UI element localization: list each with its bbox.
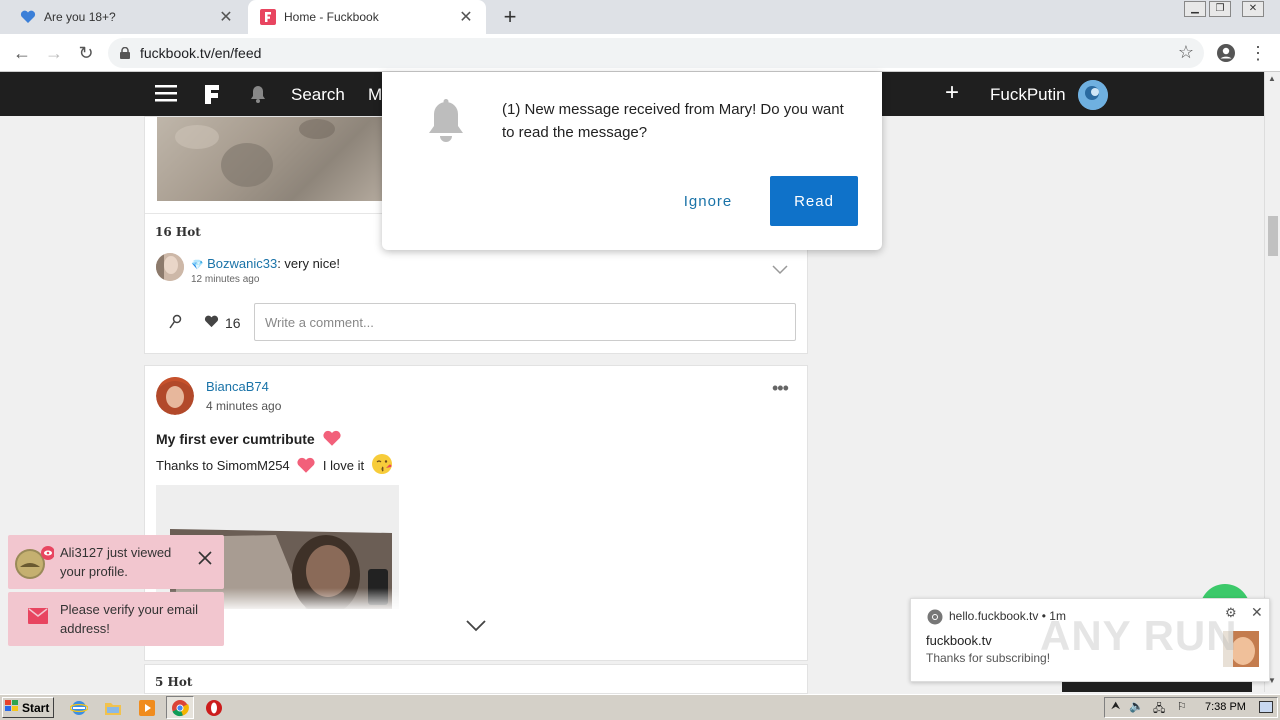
ignore-button[interactable]: Ignore xyxy=(670,176,746,226)
create-post-plus-icon[interactable]: + xyxy=(945,81,959,105)
heart-emoji-icon xyxy=(296,457,316,477)
system-tray: ⮝ 🔈 🖧 ⚐ 7:38 PM xyxy=(1104,697,1278,718)
bookmark-star-icon[interactable]: ☆ xyxy=(1178,42,1194,63)
close-toast-icon[interactable] xyxy=(198,551,212,570)
post-body-text: Thanks to SimomM254 xyxy=(156,458,290,473)
windows-taskbar: Start ⮝ 🔈 🖧 ⚐ 7:38 PM xyxy=(0,694,1280,720)
address-bar[interactable]: fuckbook.tv/en/feed ☆ xyxy=(108,38,1204,68)
user-avatar[interactable] xyxy=(1078,80,1108,110)
internet-explorer-icon[interactable] xyxy=(69,699,89,717)
reload-icon[interactable]: ↻ xyxy=(74,41,98,65)
post-image[interactable] xyxy=(157,117,383,201)
opera-icon[interactable] xyxy=(205,699,223,717)
post-body-text-2: I love it xyxy=(322,458,365,473)
restore-window-icon[interactable]: ❐ xyxy=(1209,1,1231,17)
toast-avatar xyxy=(14,545,55,584)
folder-icon[interactable] xyxy=(104,699,122,717)
start-button[interactable]: Start xyxy=(2,697,54,718)
chrome-logo-icon xyxy=(927,609,943,628)
media-player-icon[interactable] xyxy=(138,699,156,717)
notification-origin: hello.fuckbook.tv xyxy=(949,609,1039,623)
scroll-up-arrow-icon[interactable]: ▲ xyxy=(1268,74,1276,83)
comment-text: : very nice! xyxy=(277,256,341,271)
browser-toolbar: ← → ↻ fuckbook.tv/en/feed ☆ ⋮ xyxy=(0,34,1280,72)
bell-icon xyxy=(426,98,466,147)
profile-account-icon[interactable] xyxy=(1214,41,1238,65)
hamburger-menu-icon[interactable] xyxy=(155,84,177,105)
fuckbook-logo-icon[interactable] xyxy=(203,83,221,108)
back-arrow-icon[interactable]: ← xyxy=(10,41,34,65)
post-title: My first ever cumtribute xyxy=(156,431,315,447)
profile-view-toast[interactable]: Ali3127 just viewed your profile. xyxy=(8,535,224,589)
expand-chevron-down-icon[interactable] xyxy=(466,620,486,635)
envelope-icon xyxy=(28,608,48,629)
taskbar-clock[interactable]: 7:38 PM xyxy=(1205,701,1246,713)
lock-icon xyxy=(120,46,130,59)
bell-notification-icon[interactable] xyxy=(249,85,267,106)
more-options-icon[interactable]: ••• xyxy=(772,378,789,399)
volume-icon[interactable]: 🔈 xyxy=(1129,699,1144,713)
notification-body: Thanks for subscribing! xyxy=(926,651,1051,665)
forward-arrow-icon[interactable]: → xyxy=(42,41,66,65)
browser-tab-strip: Are you 18+? ✕ Home - Fuckbook ✕ + ▁ ❐ ✕ xyxy=(0,0,1280,34)
comment-line: 💎 Bozwanic33: very nice! xyxy=(191,256,340,271)
post-body-line: Thanks to SimomM254 I love it xyxy=(156,453,393,478)
browser-tab-age-check[interactable]: Are you 18+? ✕ xyxy=(8,0,246,34)
post-title-line: My first ever cumtribute xyxy=(156,430,342,450)
close-tab-icon[interactable]: ✕ xyxy=(458,7,474,27)
heart-like-icon[interactable] xyxy=(204,315,219,331)
post-time: 4 minutes ago xyxy=(206,399,282,413)
nav-username[interactable]: FuckPutin xyxy=(990,85,1066,105)
read-button[interactable]: Read xyxy=(770,176,858,226)
diamond-badge-icon: 💎 xyxy=(191,260,204,271)
post-author-link[interactable]: BiancaB74 xyxy=(206,379,269,394)
commenter-avatar[interactable] xyxy=(156,253,184,281)
heart-emoji-icon xyxy=(322,430,342,450)
network-icon[interactable]: 🖧 xyxy=(1153,700,1165,719)
hot-count[interactable]: 16 Hot xyxy=(155,225,201,239)
chevron-down-icon[interactable] xyxy=(772,262,788,278)
post-author-avatar[interactable] xyxy=(156,377,194,415)
toast-text: Ali3127 just viewed your profile. xyxy=(60,545,172,579)
minimize-window-icon[interactable]: ▁ xyxy=(1184,1,1206,17)
windows-logo-icon xyxy=(5,700,19,715)
start-label: Start xyxy=(22,700,50,715)
browser-tab-home[interactable]: Home - Fuckbook ✕ xyxy=(248,0,486,34)
browser-menu-icon[interactable]: ⋮ xyxy=(1246,41,1270,65)
verify-email-toast[interactable]: Please verify your email address! xyxy=(8,592,224,646)
watermark-logo: ANY RUN xyxy=(1040,612,1238,659)
close-window-icon[interactable]: ✕ xyxy=(1242,1,1264,17)
notification-title: fuckbook.tv xyxy=(926,633,992,648)
flag-icon[interactable]: ⚐ xyxy=(1177,700,1187,713)
heart-favicon-icon xyxy=(20,9,36,25)
chrome-taskbar-button[interactable] xyxy=(166,696,194,719)
show-desktop-icon[interactable] xyxy=(1259,701,1273,713)
toast-text: Please verify your email address! xyxy=(60,602,198,636)
fuckbook-favicon-icon xyxy=(260,9,276,25)
scrollbar-thumb[interactable] xyxy=(1268,216,1278,256)
comment-time: 12 minutes ago xyxy=(191,274,260,285)
nav-partial-link[interactable]: M xyxy=(368,85,382,105)
new-tab-plus-icon[interactable]: + xyxy=(498,4,522,30)
url-text: fuckbook.tv/en/feed xyxy=(140,45,262,61)
message-notification-modal: (1) New message received from Mary! Do y… xyxy=(382,72,882,250)
comment-author-link[interactable]: Bozwanic33 xyxy=(207,256,277,271)
close-tab-icon[interactable]: ✕ xyxy=(218,7,234,27)
nav-search-link[interactable]: Search xyxy=(291,85,345,105)
hot-count[interactable]: 5 Hot xyxy=(155,675,192,689)
modal-message: (1) New message received from Mary! Do y… xyxy=(502,101,844,141)
footer-bar xyxy=(1062,682,1252,692)
like-count: 16 xyxy=(225,315,241,331)
post-card xyxy=(144,664,808,694)
tab-title: Are you 18+? xyxy=(44,10,116,24)
tab-title: Home - Fuckbook xyxy=(284,10,379,24)
tray-expand-icon[interactable]: ⮝ xyxy=(1111,700,1120,713)
notification-close-icon[interactable]: ✕ xyxy=(1251,604,1263,621)
kiss-emoji-icon xyxy=(371,453,393,478)
comment-input[interactable] xyxy=(254,303,796,341)
pin-icon[interactable] xyxy=(168,314,182,333)
image-fade-overlay xyxy=(156,588,796,612)
